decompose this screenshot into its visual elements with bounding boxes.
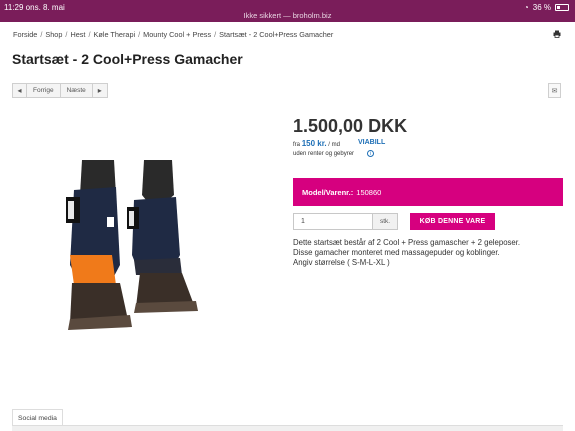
product-pager: ◂ Forrige Næste ▸ (12, 83, 108, 98)
breadcrumb: Forside / Shop / Hest / Køle Therapi / Mount… (13, 30, 334, 39)
info-icon[interactable]: i (367, 150, 374, 157)
description-line: Disse gamacher monteret med massagepuder… (293, 248, 500, 257)
quantity-input[interactable] (293, 213, 373, 230)
battery-icon (555, 4, 569, 11)
prev-button[interactable]: Forrige (27, 84, 61, 97)
prev-arrow-icon[interactable]: ◂ (13, 84, 27, 97)
page-title: Startsæt - 2 Cool+Press Gamacher (12, 51, 243, 67)
finance-amount: 150 kr. (301, 139, 327, 148)
finance-prefix: fra (293, 142, 301, 148)
model-number: 150860 (356, 187, 382, 197)
financing-info: fra 150 kr. / md uden renter og gebyrer (293, 139, 354, 159)
viabill-logo: VIABILL (358, 139, 386, 146)
address-bar[interactable]: Ikke sikkert — broholm.biz (0, 11, 575, 20)
model-number-bar: Model/Varenr.: 150860 (293, 178, 563, 206)
tab-social-media[interactable]: Social media (12, 409, 63, 426)
product-image[interactable] (12, 155, 282, 340)
quantity-unit: stk. (373, 213, 398, 230)
breadcrumb-item-hest[interactable]: Hest (70, 30, 85, 39)
breadcrumb-item-current: Startsæt - 2 Cool+Press Gamacher (219, 30, 334, 39)
finance-suffix: / md (328, 142, 340, 148)
breadcrumb-item-kole-therapi[interactable]: Køle Therapi (94, 30, 136, 39)
next-button[interactable]: Næste (61, 84, 93, 97)
product-description: Dette startsæt består af 2 Cool + Press … (293, 238, 563, 268)
model-label: Model/Varenr.: (302, 187, 354, 197)
quantity-group: stk. (293, 213, 398, 230)
product-price: 1.500,00 DKK (293, 116, 408, 136)
breadcrumb-item-forside[interactable]: Forside (13, 30, 37, 39)
buy-button[interactable]: KØB DENNE VARE (410, 213, 495, 230)
mail-icon[interactable]: ✉ (548, 83, 561, 98)
wifi-icon: ◔ (523, 3, 529, 12)
description-line: Angiv størrelse ( S-M-L-XL ) (293, 258, 390, 267)
breadcrumb-item-shop[interactable]: Shop (45, 30, 62, 39)
next-arrow-icon[interactable]: ▸ (93, 84, 107, 97)
battery-percent: 36 % (532, 3, 551, 12)
print-icon[interactable] (553, 30, 561, 38)
social-media-panel (12, 426, 563, 431)
breadcrumb-item-mounty[interactable]: Mounty Cool + Press (143, 30, 211, 39)
description-line: Dette startsæt består af 2 Cool + Press … (293, 238, 521, 247)
status-bar: 11:29 ons. 8. mai Ikke sikkert — broholm… (0, 0, 575, 22)
finance-note: uden renter og gebyrer (293, 151, 355, 157)
